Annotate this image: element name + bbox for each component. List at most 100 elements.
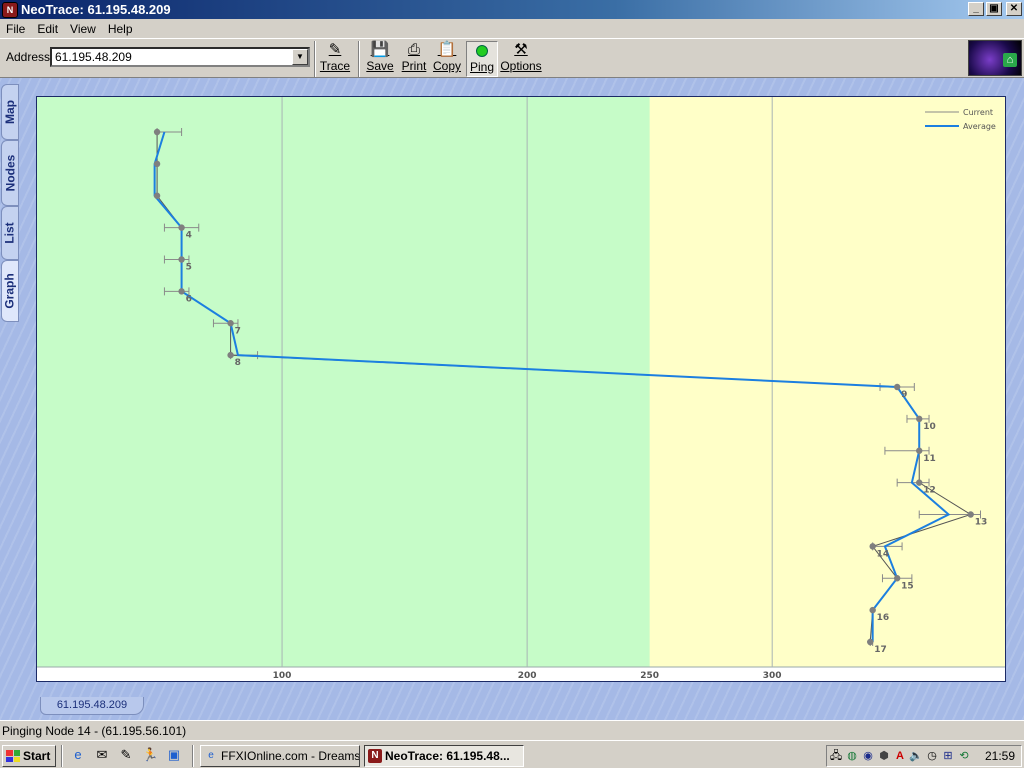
trace-button[interactable]: ✎ Trace [318,41,352,77]
close-button[interactable]: ✕ [1006,2,1022,16]
x-tick-label-100: 100 [273,671,292,681]
minimize-button[interactable]: _ [968,2,984,16]
node-label-7: 7 [235,326,241,336]
system-tray: 🖧 ◍ ◉ ⬢ A 🔈 ◷ ⊞ ⟲ 21:59 [826,745,1022,767]
graph-zone-1 [649,97,1005,667]
node-marker-2 [153,160,161,168]
globe-icon[interactable]: ◍ [845,749,859,763]
language-icon[interactable]: ⊞ [941,749,955,763]
tab-map-label: Map [3,100,17,124]
address-value: 61.195.48.209 [55,50,132,64]
trace-label: Trace [319,59,351,73]
node-marker-6 [178,288,185,295]
toolbar: Address 61.195.48.209 ▼ ✎ Trace 💾 Save ⎙… [0,38,1024,78]
bottom-tab-trace[interactable]: 61.195.48.209 [40,697,144,715]
task-neotrace[interactable]: N NeoTrace: 61.195.48... [364,745,524,767]
node-label-5: 5 [186,263,192,273]
node-marker-5 [178,256,185,263]
node-marker-11 [916,447,923,454]
task-neotrace-label: NeoTrace: 61.195.48... [385,749,510,763]
node-marker-8 [227,351,234,359]
graph-panel[interactable]: 100 200 250 300 Current Average 4 5 6 7 8 9 10 11 12 13… [36,96,1006,682]
desktop-icon[interactable]: ▣ [166,747,182,763]
ping-button[interactable]: Ping [466,41,498,77]
menu-help[interactable]: Help [102,22,139,36]
network-icon[interactable]: 🖧 [829,749,843,763]
node-label-13: 13 [975,518,988,528]
save-button[interactable]: 💾 Save [364,41,396,77]
save-label: Save [366,59,394,73]
tab-map[interactable]: Map [1,84,19,140]
speaker-icon[interactable]: 🔈 [909,749,923,763]
x-tick-label-200: 200 [518,671,537,681]
aim-icon[interactable]: 🏃 [142,747,158,763]
options-button[interactable]: ⚒ Options [500,41,542,77]
node-marker-4 [178,224,185,231]
media-icon[interactable]: ◉ [861,749,875,763]
windows-logo-icon [6,750,20,762]
menu-file[interactable]: File [0,22,31,36]
ping-label: Ping [469,60,495,74]
task-ffxionline-label: FFXIOnline.com - Dreams i... [221,749,360,763]
menu-bar: File Edit View Help [0,19,1024,38]
x-tick-label-300: 300 [763,671,782,681]
node-marker-12 [916,479,923,486]
menu-view[interactable]: View [64,22,102,36]
trace-icon: ✎ [328,41,342,58]
tab-list[interactable]: List [1,206,19,260]
notepad-icon[interactable]: ✎ [118,747,134,763]
sync-icon[interactable]: ⟲ [957,749,971,763]
node-marker-17 [867,638,874,646]
node-label-10: 10 [923,422,936,432]
ie-icon[interactable]: e [70,747,86,763]
taskbar-separator [61,745,63,767]
node-marker-10 [916,415,923,423]
node-label-11: 11 [923,454,936,464]
node-label-15: 15 [901,581,914,591]
window-title: NeoTrace: 61.195.48.209 [21,2,171,17]
node-marker-3 [153,192,161,199]
ie-icon: e [208,750,214,761]
node-label-12: 12 [923,486,936,496]
ati-icon[interactable]: A [893,749,907,763]
copy-button[interactable]: 📋 Copy [432,41,462,77]
node-marker-7 [227,320,234,327]
clock: 21:59 [984,749,1015,763]
tab-list-label: List [3,222,17,244]
address-dropdown-button[interactable]: ▼ [292,49,308,65]
shield-icon[interactable]: ⬢ [877,749,891,763]
address-label: Address [6,50,51,64]
clipboard-icon: 📋 [437,41,457,58]
menu-edit[interactable]: Edit [31,22,64,36]
restore-button[interactable]: ▣ [986,2,1002,16]
print-button[interactable]: ⎙ Print [400,41,428,77]
tab-nodes[interactable]: Nodes [1,140,19,206]
neotrace-logo[interactable]: ⌂ [968,40,1022,76]
node-marker-13 [967,511,974,518]
toolbar-separator [314,41,316,77]
floppy-disk-icon: 💾 [370,41,390,58]
title-bar[interactable]: N NeoTrace: 61.195.48.209 _ ▣ ✕ [0,0,1024,19]
start-button[interactable]: Start [2,745,56,767]
ping-graph: 100 200 250 300 Current Average 4 5 6 7 8 9 10 11 12 13… [37,97,1005,681]
toolbar-separator [358,41,360,77]
graph-zone-0 [37,97,650,667]
home-icon[interactable]: ⌂ [1003,53,1017,67]
task-ffxionline[interactable]: e FFXIOnline.com - Dreams i... [200,745,360,767]
legend-current-label: Current [963,108,993,117]
copy-label: Copy [432,59,461,73]
neotrace-icon: N [368,749,382,763]
outlook-icon[interactable]: ✉ [94,747,110,763]
tab-nodes-label: Nodes [3,154,17,192]
node-label-17: 17 [874,645,887,655]
node-label-9: 9 [901,390,907,400]
address-input[interactable]: 61.195.48.209 ▼ [50,47,310,67]
tab-graph[interactable]: Graph [1,260,19,322]
legend-average-label: Average [963,122,996,131]
neotrace-app-icon[interactable]: N [2,1,18,18]
x-tick-label-250: 250 [640,671,659,681]
node-label-14: 14 [877,549,890,559]
clock-icon[interactable]: ◷ [925,749,939,763]
print-label: Print [401,59,427,73]
status-bar: Pinging Node 14 - (61.195.56.101) [0,720,1024,740]
